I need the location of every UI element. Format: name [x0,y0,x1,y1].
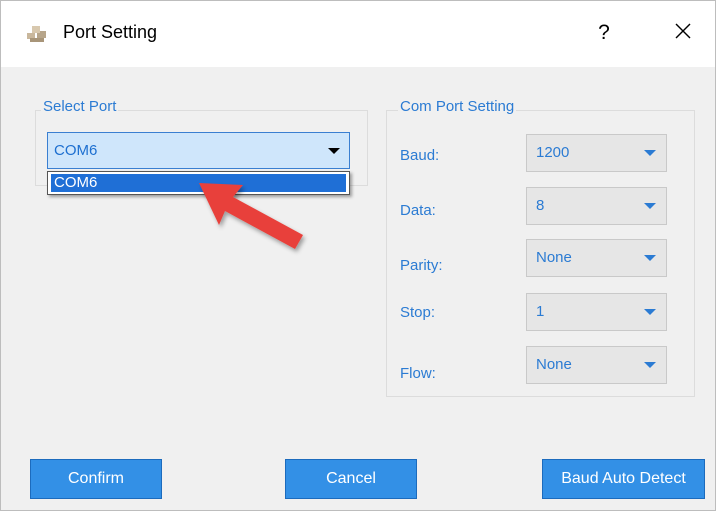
chevron-down-icon [644,150,656,156]
parity-value: None [536,249,572,266]
baud-select[interactable]: 1200 [526,134,667,172]
chevron-down-icon [644,203,656,209]
port-select-value: COM6 [54,142,98,159]
stop-value: 1 [536,303,545,320]
stop-select[interactable]: 1 [526,293,667,331]
select-port-legend: Select Port [41,98,119,115]
com-port-setting-legend: Com Port Setting [398,98,517,115]
flow-label: Flow: [400,365,436,382]
port-select[interactable]: COM6 [47,132,350,169]
app-icon [25,23,49,45]
title-bar[interactable]: Port Setting ? [1,1,715,67]
parity-label: Parity: [400,257,443,274]
cancel-button[interactable]: Cancel [285,459,417,499]
help-button[interactable]: ? [586,15,622,51]
close-icon [674,22,692,45]
baud-label: Baud: [400,147,440,164]
confirm-button[interactable]: Confirm [30,459,162,499]
close-button[interactable] [663,15,703,51]
annotation-arrow-icon [181,169,321,269]
stop-label: Stop: [400,304,436,321]
data-label: Data: [400,202,436,219]
data-select[interactable]: 8 [526,187,667,225]
chevron-down-icon [328,148,340,154]
data-value: 8 [536,197,545,214]
chevron-down-icon [644,255,656,261]
chevron-down-icon [644,309,656,315]
flow-value: None [536,356,572,373]
window-title: Port Setting [63,22,158,42]
flow-select[interactable]: None [526,346,667,384]
parity-select[interactable]: None [526,239,667,277]
baud-auto-detect-button[interactable]: Baud Auto Detect [542,459,705,499]
chevron-down-icon [644,362,656,368]
baud-value: 1200 [536,144,570,161]
port-setting-dialog: Port Setting ? Select Port COM6 COM6 Com… [0,0,716,511]
